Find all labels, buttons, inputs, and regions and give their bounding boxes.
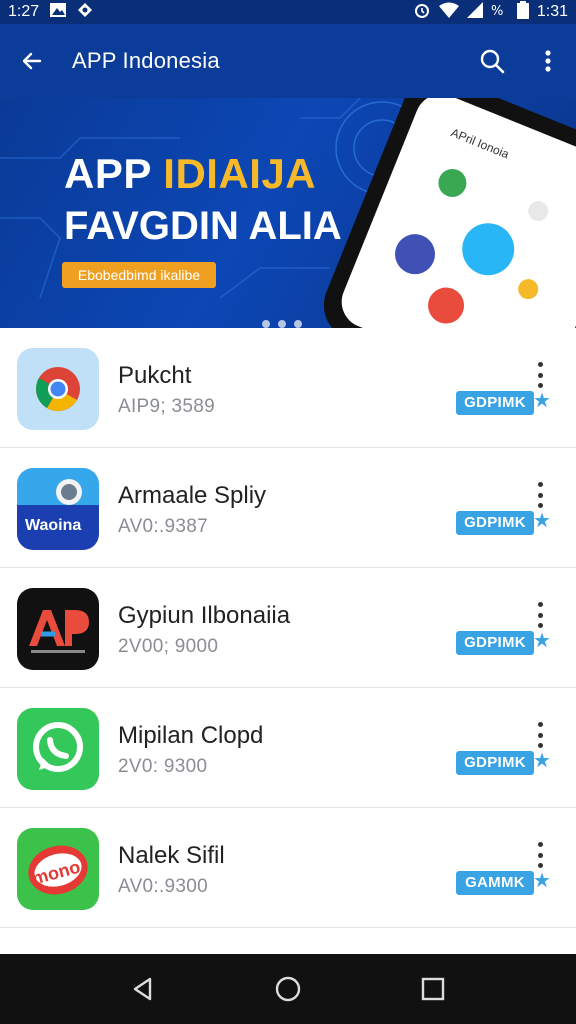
carousel-indicator [262, 320, 302, 328]
page-title: APP Indonesia [72, 48, 220, 73]
overflow-menu-button[interactable] [520, 24, 576, 98]
signal-icon [466, 1, 483, 23]
arrow-back-icon [22, 52, 42, 70]
more-vert-icon[interactable] [528, 482, 552, 508]
app-logo-icon: Waoina [17, 468, 99, 550]
app-list: Pukcht AIP9; 3589 GDPIMK ★ Waoina Armaal… [0, 328, 576, 954]
search-button[interactable] [464, 24, 520, 98]
system-nav-bar [0, 954, 576, 1024]
star-icon: ★ [533, 630, 551, 652]
banner-headline: APP IDIAIJA [64, 150, 317, 197]
app-meta: AIP9; 3589 [118, 396, 216, 417]
circle-home-icon [275, 976, 301, 1002]
list-item[interactable]: Waoina Armaale Spliy AV0:.9387 GDPIMK ★ [0, 448, 576, 568]
app-tag-button[interactable]: GAMMK [456, 871, 534, 895]
location-icon [77, 2, 93, 23]
ap-logo-icon [17, 588, 99, 670]
app-logo-icon: mono [17, 828, 99, 910]
list-item[interactable]: Mipilan Clopd 2V0: 9300 GDPIMK ★ [0, 688, 576, 808]
more-vert-icon[interactable] [528, 362, 552, 388]
carousel-dot [278, 320, 286, 328]
star-icon: ★ [533, 870, 551, 892]
nav-back-button[interactable] [113, 959, 173, 1019]
banner-subheadline: FAVGDIN ALIA [64, 204, 342, 248]
app-name: Mipilan Clopd [118, 722, 264, 749]
app-meta: AV0:.9300 [118, 876, 209, 897]
svg-text:%: % [491, 4, 503, 18]
app-bar: APP Indonesia [0, 24, 576, 98]
app-name: Pukcht [118, 362, 192, 389]
banner-badge: Ebobedbimd ikalibe [62, 262, 216, 288]
more-vert-icon[interactable] [528, 602, 552, 628]
alarm-icon [413, 1, 431, 24]
chrome-icon [17, 348, 99, 430]
square-recents-icon [422, 977, 445, 1001]
app-name: Nalek Sifil [118, 842, 225, 869]
back-button[interactable] [0, 24, 64, 98]
app-meta: 2V0: 9300 [118, 756, 208, 777]
app-name: Gypiun Ilbonaiia [118, 602, 291, 629]
app-meta: 2V00; 9000 [118, 636, 219, 657]
app-tag-button[interactable]: GDPIMK [456, 631, 534, 655]
search-icon [480, 49, 505, 74]
svg-text:Waoina: Waoina [25, 517, 81, 534]
wifi-icon [438, 2, 459, 23]
star-icon: ★ [533, 750, 551, 772]
status-bar: 1:27 % 1:31 [0, 0, 576, 24]
app-tag-button[interactable]: GDPIMK [456, 751, 534, 775]
star-icon: ★ [533, 390, 551, 412]
list-item[interactable]: Gypiun Ilbonaiia 2V00; 9000 GDPIMK ★ [0, 568, 576, 688]
nav-home-button[interactable] [258, 959, 318, 1019]
whatsapp-icon [17, 708, 99, 790]
app-tag-button[interactable]: GDPIMK [456, 511, 534, 535]
app-meta: AV0:.9387 [118, 516, 209, 537]
app-name: Armaale Spliy [118, 482, 267, 509]
carousel-dot [262, 320, 270, 328]
star-icon: ★ [533, 510, 551, 532]
status-time-right: 1:31 [536, 3, 568, 20]
more-vert-icon[interactable] [528, 722, 552, 748]
promo-banner[interactable]: APP IDIAIJA FAVGDIN ALIA Ebobedbimd ikal… [0, 98, 576, 328]
more-vert-icon[interactable] [528, 842, 552, 868]
photo-icon [49, 2, 67, 23]
list-item[interactable]: mono Nalek Sifil AV0:.9300 GAMMK ★ [0, 808, 576, 928]
more-vert-icon [545, 50, 551, 72]
battery-icon [516, 0, 529, 24]
nav-recents-button[interactable] [403, 959, 463, 1019]
data-percent-icon: % [491, 2, 509, 23]
triangle-back-icon [133, 977, 151, 1001]
status-time: 1:27 [8, 3, 40, 20]
carousel-dot [294, 320, 302, 328]
app-tag-button[interactable]: GDPIMK [456, 391, 534, 415]
list-item[interactable]: Pukcht AIP9; 3589 GDPIMK ★ [0, 328, 576, 448]
